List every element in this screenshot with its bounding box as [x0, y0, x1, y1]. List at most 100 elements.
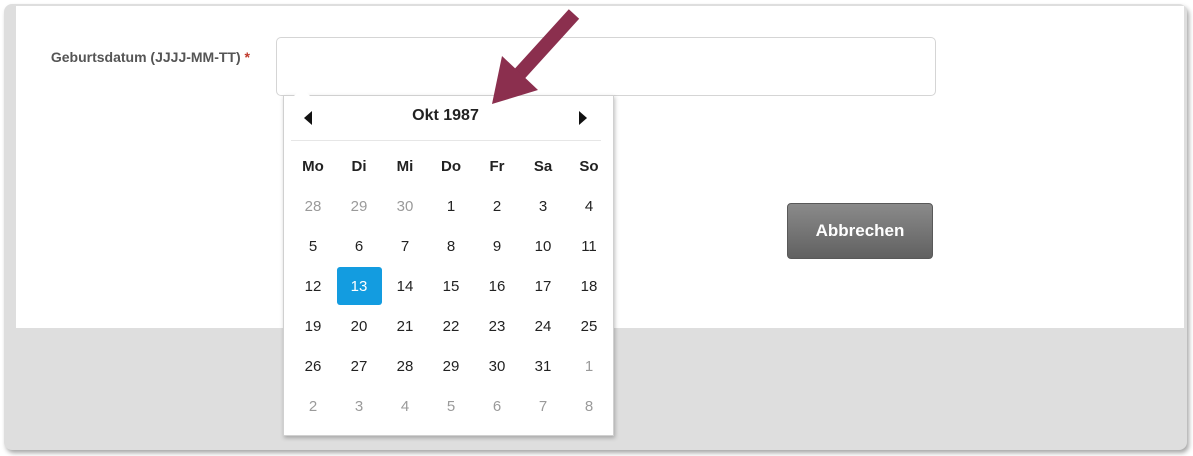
calendar-day-label: 19 — [304, 317, 322, 335]
calendar-day-label: 7 — [538, 397, 548, 415]
calendar-day-label: 7 — [400, 237, 410, 255]
calendar-day-label: 13 — [336, 267, 382, 305]
calendar-day[interactable]: 3 — [336, 386, 382, 426]
calendar-day-label: 4 — [400, 397, 410, 415]
calendar-day-label: 2 — [308, 397, 318, 415]
triangle-right-icon — [579, 111, 587, 125]
calendar-day-label: 28 — [396, 357, 414, 375]
header-divider — [291, 140, 601, 141]
calendar-day-label: 10 — [534, 237, 552, 255]
calendar-day-label: 3 — [538, 197, 548, 215]
calendar-day-label: 6 — [492, 397, 502, 415]
birthdate-label-text: Geburtsdatum (JJJJ-MM-TT) — [50, 49, 241, 65]
next-month-button[interactable] — [571, 106, 595, 130]
calendar-day[interactable]: 16 — [474, 266, 520, 306]
calendar-day-label: 24 — [534, 317, 552, 335]
calendar-day[interactable]: 21 — [382, 306, 428, 346]
weekday-header: Sa — [533, 157, 553, 175]
calendar-day[interactable]: 15 — [428, 266, 474, 306]
birthdate-label: Geburtsdatum (JJJJ-MM-TT) * — [30, 48, 250, 67]
calendar-day-label: 17 — [534, 277, 552, 295]
calendar-day-label: 30 — [396, 197, 414, 215]
calendar-day-label: 28 — [304, 197, 322, 215]
calendar-day[interactable]: 2 — [290, 386, 336, 426]
calendar-day[interactable]: 5 — [290, 226, 336, 266]
weekday-header: Mo — [302, 157, 324, 175]
calendar-day[interactable]: 14 — [382, 266, 428, 306]
month-title: Okt 1987 — [412, 107, 479, 124]
calendar-day-label: 8 — [446, 237, 456, 255]
calendar-day[interactable]: 27 — [336, 346, 382, 386]
calendar-day-label: 3 — [354, 397, 364, 415]
calendar-day[interactable]: 1 — [566, 346, 612, 386]
calendar-day[interactable]: 8 — [566, 386, 612, 426]
calendar-day-label: 12 — [304, 277, 322, 295]
weekday-header: Fr — [489, 157, 505, 175]
calendar-day[interactable]: 7 — [520, 386, 566, 426]
required-marker: * — [244, 49, 250, 65]
calendar-day-selected[interactable]: 13 — [336, 266, 382, 306]
calendar-day[interactable]: 31 — [520, 346, 566, 386]
calendar-day-label: 26 — [304, 357, 322, 375]
calendar-day[interactable]: 17 — [520, 266, 566, 306]
weekday-header: Do — [441, 157, 461, 175]
birthdate-input[interactable] — [276, 37, 936, 96]
calendar-day[interactable]: 23 — [474, 306, 520, 346]
calendar-day-label: 29 — [442, 357, 460, 375]
calendar-day[interactable]: 20 — [336, 306, 382, 346]
calendar-day-label: 9 — [492, 237, 502, 255]
calendar-day-label: 22 — [442, 317, 460, 335]
calendar-day[interactable]: 26 — [290, 346, 336, 386]
calendar-day[interactable]: 8 — [428, 226, 474, 266]
calendar-day-label: 25 — [580, 317, 598, 335]
calendar-day-label: 4 — [584, 197, 594, 215]
calendar-day[interactable]: 6 — [336, 226, 382, 266]
calendar-day[interactable]: 12 — [290, 266, 336, 306]
calendar-day[interactable]: 10 — [520, 226, 566, 266]
datepicker-caret — [294, 88, 310, 96]
calendar-day[interactable]: 30 — [382, 186, 428, 226]
calendar-day-label: 11 — [581, 237, 597, 255]
calendar-day-label: 20 — [350, 317, 368, 335]
calendar-day[interactable]: 29 — [428, 346, 474, 386]
calendar-day-label: 5 — [308, 237, 318, 255]
calendar-day-label: 27 — [350, 357, 368, 375]
calendar-day[interactable]: 3 — [520, 186, 566, 226]
calendar-day[interactable]: 5 — [428, 386, 474, 426]
calendar-day-label: 1 — [446, 197, 456, 215]
calendar-day[interactable]: 11 — [566, 226, 612, 266]
calendar-day-label: 18 — [580, 277, 598, 295]
calendar-day-label: 2 — [492, 197, 502, 215]
calendar-day[interactable]: 7 — [382, 226, 428, 266]
calendar-day-label: 16 — [488, 277, 506, 295]
calendar-day[interactable]: 22 — [428, 306, 474, 346]
calendar-day[interactable]: 6 — [474, 386, 520, 426]
calendar-day[interactable]: 28 — [290, 186, 336, 226]
calendar-day[interactable]: 19 — [290, 306, 336, 346]
calendar-day-label: 6 — [354, 237, 364, 255]
calendar-day-label: 31 — [534, 357, 552, 375]
calendar-day[interactable]: 28 — [382, 346, 428, 386]
calendar-day-label: 23 — [488, 317, 506, 335]
cancel-button[interactable]: Abbrechen — [787, 203, 933, 259]
calendar-day[interactable]: 24 — [520, 306, 566, 346]
calendar-day[interactable]: 4 — [382, 386, 428, 426]
calendar-day[interactable]: 29 — [336, 186, 382, 226]
calendar-day-label: 14 — [396, 277, 414, 295]
calendar-day[interactable]: 18 — [566, 266, 612, 306]
calendar-day-label: 30 — [488, 357, 506, 375]
weekday-header: So — [579, 157, 599, 175]
calendar-day-label: 5 — [446, 397, 456, 415]
calendar-day[interactable]: 9 — [474, 226, 520, 266]
calendar-day[interactable]: 1 — [428, 186, 474, 226]
calendar-day-label: 15 — [442, 277, 460, 295]
calendar-day-label: 29 — [350, 197, 368, 215]
calendar-day[interactable]: 30 — [474, 346, 520, 386]
calendar-day[interactable]: 25 — [566, 306, 612, 346]
calendar-day[interactable]: 2 — [474, 186, 520, 226]
calendar-day-label: 8 — [584, 397, 594, 415]
calendar-day-label: 21 — [396, 317, 414, 335]
weekday-header: Di — [351, 157, 367, 175]
calendar-day[interactable]: 4 — [566, 186, 612, 226]
datepicker-popup: Okt 1987 Mo Di Mi Do Fr Sa So 28 29 30 1 2 3 4 5 6 7 8 9 10… — [283, 88, 614, 436]
